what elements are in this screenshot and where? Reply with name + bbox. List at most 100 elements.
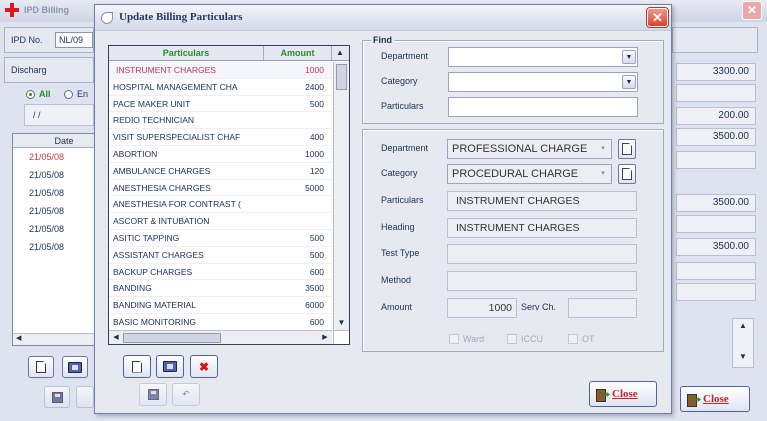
table-row[interactable]: ANESTHESIA CHARGES 5000 [109,180,332,197]
grid-header: Particulars Amount ▲ [109,46,349,61]
dialog-close-action-button[interactable]: Close [589,381,657,407]
vertical-scroll-thumb[interactable] [336,64,347,90]
table-row[interactable]: HOSPITAL MANAGEMENT CHA 2400 [109,79,332,96]
table-row[interactable]: BASIC MONITORING 600 [109,314,332,330]
filter-all-radio[interactable]: All [26,89,51,99]
checkbox-box [568,334,578,344]
bg-right-panel [672,27,758,53]
bg-save-button[interactable] [44,386,70,408]
row-amount [264,112,327,128]
table-row[interactable]: INSTRUMENT CHARGES 1000 [109,62,332,79]
table-row[interactable]: VISIT SUPERSPECIALIST CHAF 400 [109,129,332,146]
find-department-select[interactable]: ▼ [448,47,638,67]
table-row[interactable]: BACKUP CHARGES 600 [109,264,332,281]
delete-button[interactable]: ✖ [190,355,218,378]
date-row[interactable]: 21/05/08 [13,238,97,256]
dialog-title: Update Billing Particulars [119,11,243,23]
find-particulars-input[interactable] [448,97,638,117]
filter-all-label: All [39,89,51,99]
col-amount-header[interactable]: Amount [264,46,332,60]
detail-method-label: Method [381,275,412,285]
date-row[interactable]: 21/05/08 [13,220,97,238]
scroll-up-icon[interactable]: ▲ [332,46,348,60]
detail-amount-field[interactable]: 1000 [447,298,517,318]
table-row[interactable]: BANDING 3500 [109,280,332,298]
ward-checkbox-label: Ward [463,334,485,344]
date-row[interactable]: 21/05/08 [13,202,97,220]
table-row[interactable]: ANESTHESIA FOR CONTRAST ( [109,196,332,214]
date-row[interactable]: 21/05/08 [13,148,97,166]
row-amount: 400 [309,132,324,143]
detail-testtype-field[interactable] [447,244,637,264]
table-row[interactable]: BANDING MATERIAL 6000 [109,297,332,314]
find-legend: Find [371,35,394,45]
date-input[interactable]: / / [24,104,94,126]
date-row[interactable]: 21/05/08 [13,184,97,202]
row-particular: REDIO TECHNICIAN [113,115,195,126]
date-column-header: Date [13,134,97,148]
detail-particulars-label: Particulars [381,195,424,205]
date-row[interactable]: 21/05/08 [13,166,97,184]
background-close-button[interactable]: ✕ [742,1,762,20]
bg-undo-button[interactable] [76,386,94,408]
row-amount: 2400 [305,81,324,92]
detail-department-value: PROFESSIONAL CHARGE [452,143,588,155]
row-amount [264,196,327,212]
bg-new-button[interactable] [28,356,54,378]
bg-edit-button[interactable] [62,356,88,378]
chevron-down-icon[interactable]: ▼ [622,75,636,89]
grid-horizontal-scrollbar[interactable]: ◀ ▶ [109,330,332,344]
row-particular: BASIC MONITORING [113,316,196,327]
scroll-right-icon[interactable]: ▶ [319,331,331,344]
bg-amount-field: 3500.00 [676,238,756,256]
filter-other-radio[interactable]: En [64,89,88,99]
detail-department-select[interactable]: PROFESSIONAL CHARGE ▾ [447,139,612,159]
add-department-button[interactable] [618,139,636,159]
undo-icon: ↶ [182,389,190,399]
iccu-checkbox[interactable]: ICCU [507,334,543,344]
edit-button[interactable] [156,355,184,378]
find-category-select[interactable]: ▼ [448,72,638,92]
chevron-down-icon: ▾ [601,170,605,177]
bg-amount-field: 200.00 [676,107,756,125]
filter-other-label: En [77,89,89,99]
detail-particulars-field[interactable]: INSTRUMENT CHARGES [447,191,637,211]
table-row[interactable]: ASSISTANT CHARGES 500 [109,247,332,264]
col-particulars-header[interactable]: Particulars [109,46,264,60]
bg-close-button[interactable]: Close [680,386,750,412]
bg-vertical-scrollbar[interactable]: ▲ ▼ [732,318,754,368]
row-amount: 600 [309,266,324,277]
background-window-title: IPD Billing [24,5,69,15]
table-row[interactable]: ASCORT & INTUBATION [109,213,332,230]
table-row[interactable]: REDIO TECHNICIAN [109,112,332,130]
ward-checkbox[interactable]: Ward [449,334,484,344]
table-row[interactable]: AMBULANCE CHARGES 120 [109,163,332,180]
bg-amount-field: 3500.00 [676,194,756,212]
new-button[interactable] [123,355,151,378]
ipd-no-input[interactable]: NL/09 [55,32,93,48]
row-particular: HOSPITAL MANAGEMENT CHA [113,81,238,92]
undo-button[interactable]: ↶ [172,383,200,406]
table-row[interactable]: ASITIC TAPPING 500 [109,230,332,247]
table-row[interactable]: PACE MAKER UNIT 500 [109,96,332,113]
bg-amount-field: 3300.00 [676,63,756,81]
find-category-label: Category [381,76,418,86]
dialog-close-button[interactable]: ✕ [646,7,669,28]
row-particular: ASITIC TAPPING [113,232,180,243]
scroll-down-icon[interactable]: ▼ [335,317,348,329]
detail-heading-field[interactable]: INSTRUMENT CHARGES [447,218,637,238]
add-category-button[interactable] [618,164,636,184]
table-row[interactable]: ABORTION 1000 [109,146,332,163]
save-button[interactable] [139,383,167,406]
grid-vertical-scrollbar[interactable]: ▼ [333,62,349,330]
ot-checkbox[interactable]: OT [568,334,595,344]
chevron-down-icon[interactable]: ▼ [622,50,636,64]
scroll-left-icon[interactable]: ◀ [110,331,122,344]
horizontal-scroll-thumb[interactable] [123,333,221,343]
detail-servch-field[interactable] [568,298,637,318]
detail-method-field[interactable] [447,271,637,291]
date-grid-hscroll[interactable]: ◀ [13,333,97,345]
detail-category-select[interactable]: PROCEDURAL CHARGE ▾ [447,164,612,184]
row-particular: ASSISTANT CHARGES [113,249,204,260]
row-amount: 1000 [305,65,324,75]
